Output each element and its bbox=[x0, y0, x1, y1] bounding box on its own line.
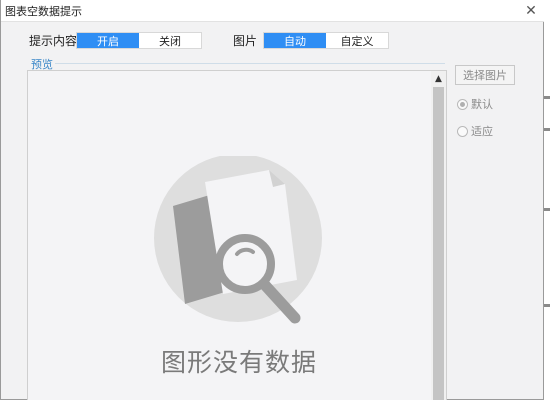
content-toggle: 开启 关闭 bbox=[76, 32, 202, 49]
content-option-off[interactable]: 关闭 bbox=[139, 33, 201, 48]
close-button[interactable]: ✕ bbox=[517, 0, 545, 22]
radio-default-label: 默认 bbox=[471, 98, 493, 111]
scroll-thumb[interactable] bbox=[433, 87, 444, 400]
close-icon: ✕ bbox=[525, 3, 537, 19]
content-setting-label: 提示内容 bbox=[29, 34, 78, 48]
preview-scrollbar[interactable]: ▲ bbox=[431, 71, 446, 400]
radio-default-circle bbox=[457, 98, 468, 110]
chevron-up-icon: ▲ bbox=[435, 73, 442, 84]
image-option-auto[interactable]: 自动 bbox=[264, 33, 326, 48]
radio-fit-label: 适应 bbox=[471, 125, 493, 138]
image-toggle: 自动 自定义 bbox=[263, 32, 389, 49]
radio-fit[interactable]: 适应 bbox=[457, 123, 493, 139]
radio-default[interactable]: 默认 bbox=[457, 96, 493, 112]
background-window-edge bbox=[544, 0, 550, 400]
empty-data-message: 图形没有数据 bbox=[160, 348, 317, 377]
radio-fit-circle bbox=[457, 125, 468, 137]
image-setting-label: 图片 bbox=[233, 34, 258, 48]
title-bar: 图表空数据提示 ✕ bbox=[1, 0, 545, 22]
chart-empty-data-dialog: 图表空数据提示 ✕ 提示内容 开启 关闭 图片 自动 自定义 预览 图形没有数据… bbox=[0, 0, 545, 400]
select-image-button[interactable]: 选择图片 bbox=[455, 65, 515, 85]
window-title: 图表空数据提示 bbox=[5, 5, 82, 18]
image-option-custom[interactable]: 自定义 bbox=[326, 33, 388, 48]
document-magnifier-icon bbox=[151, 154, 325, 336]
preview-divider bbox=[55, 63, 445, 64]
content-option-on[interactable]: 开启 bbox=[77, 33, 139, 48]
radio-selected-dot bbox=[460, 101, 465, 107]
scroll-up-button[interactable]: ▲ bbox=[431, 71, 446, 86]
